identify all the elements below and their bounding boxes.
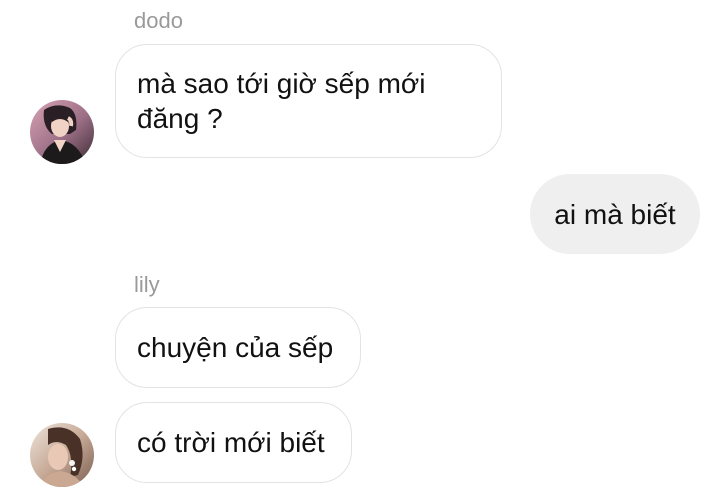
- message-bubble-outgoing[interactable]: ai mà biết: [530, 174, 700, 254]
- avatar-dodo-image: [30, 100, 94, 164]
- avatar-lily[interactable]: [30, 423, 94, 487]
- message-bubble-incoming[interactable]: chuyện của sếp: [115, 307, 361, 388]
- message-bubble-incoming[interactable]: mà sao tới giờ sếp mới đăng ?: [115, 44, 502, 158]
- message-bubble-incoming[interactable]: có trời mới biết: [115, 402, 352, 483]
- message-text: ai mà biết: [554, 198, 676, 230]
- sender-name-dodo: dodo: [134, 8, 183, 33]
- avatar-dodo[interactable]: [30, 100, 94, 164]
- message-text: mà sao tới giờ sếp mới đăng ?: [137, 68, 426, 134]
- sender-name-lily: lily: [134, 272, 160, 297]
- message-text: chuyện của sếp: [137, 332, 334, 363]
- avatar-lily-image: [30, 423, 94, 487]
- chat-screen: { "messages": [ { "sender": "dodo", "tex…: [0, 0, 720, 502]
- message-text: có trời mới biết: [137, 427, 325, 458]
